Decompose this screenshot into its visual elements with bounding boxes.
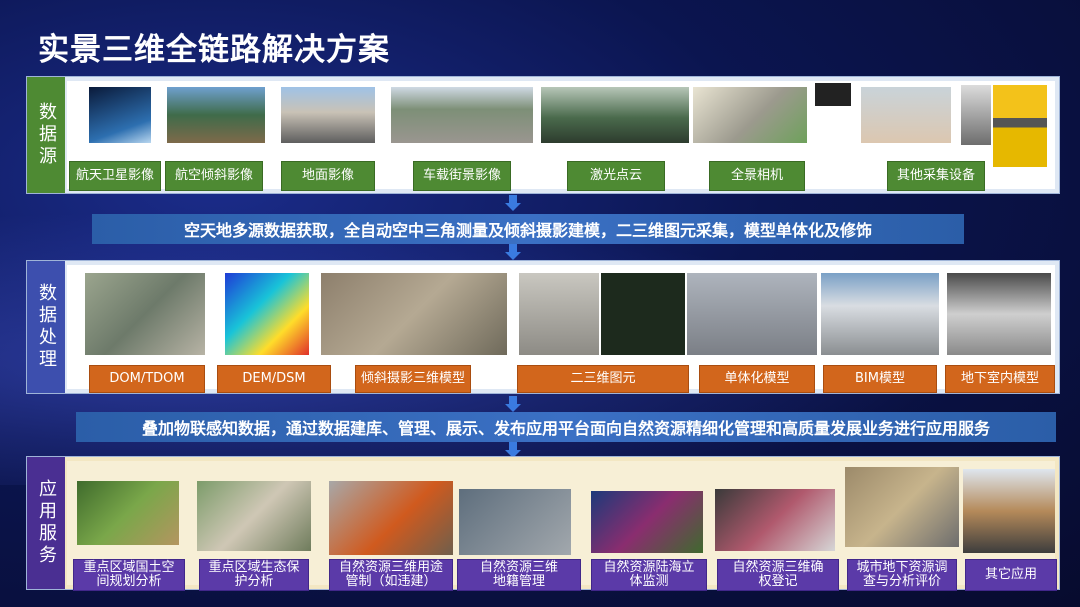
service-caption-ecology: 重点区域生态保护分析 xyxy=(199,559,309,591)
processing-caption-bim: BIM模型 xyxy=(823,365,937,393)
processing-panel: DOM/TDOM DEM/DSM 倾斜摄影三维模型 二三维图元 单体化模型 BI… xyxy=(67,265,1055,389)
source-caption-aerial: 航空倾斜影像 xyxy=(165,161,263,191)
dom-image xyxy=(85,273,205,355)
service-caption-cadastre: 自然资源三维地籍管理 xyxy=(457,559,581,591)
service-caption-other: 其它应用 xyxy=(965,559,1057,591)
data-source-section: 数据源 航天卫星影像 航空倾斜影像 地面影像 车载街景影像 激光点云 全景相机 … xyxy=(26,76,1060,194)
source-caption-panorama: 全景相机 xyxy=(709,161,805,191)
down-arrow-icon xyxy=(505,244,521,260)
satellite-image xyxy=(89,87,151,143)
indoor-image xyxy=(947,273,1051,355)
service-caption-registration: 自然资源三维确权登记 xyxy=(717,559,839,591)
ecology-image xyxy=(197,481,311,551)
street-image xyxy=(391,87,533,143)
oblique-model-image xyxy=(321,273,507,355)
application-services-section: 应用服务 重点区域国土空间规划分析 重点区域生态保护分析 自然资源三维用途管制（… xyxy=(26,456,1060,590)
section-label-services: 应用服务 xyxy=(27,457,65,589)
processing-caption-oblique: 倾斜摄影三维模型 xyxy=(355,365,471,393)
construction-image xyxy=(329,481,453,555)
vector-3d-image-left xyxy=(519,273,599,355)
processing-caption-single: 单体化模型 xyxy=(699,365,815,393)
down-arrow-icon xyxy=(505,195,521,211)
source-caption-street: 车载街景影像 xyxy=(413,161,511,191)
workflow-banner-2: 叠加物联感知数据，通过数据建库、管理、展示、发布应用平台面向自然资源精细化管理和… xyxy=(76,412,1056,442)
vector-3d-image-right xyxy=(601,273,685,355)
source-caption-satellite: 航天卫星影像 xyxy=(69,161,161,191)
service-caption-planning: 重点区域国土空间规划分析 xyxy=(73,559,185,591)
registration-image xyxy=(715,489,835,551)
service-caption-use-control: 自然资源三维用途管制（如违建） xyxy=(329,559,453,591)
source-caption-lidar: 激光点云 xyxy=(567,161,665,191)
data-processing-section: 数据处理 DOM/TDOM DEM/DSM 倾斜摄影三维模型 二三维图元 单体化… xyxy=(26,260,1060,394)
single-model-image xyxy=(687,273,817,355)
source-caption-ground: 地面影像 xyxy=(281,161,375,191)
service-caption-sea-monitoring: 自然资源陆海立体监测 xyxy=(591,559,707,591)
section-label-processing: 数据处理 xyxy=(27,261,65,393)
service-caption-underground: 城市地下资源调查与分析评价 xyxy=(847,559,957,591)
down-arrow-icon xyxy=(505,396,521,412)
aerial-image xyxy=(167,87,265,143)
panorama-image xyxy=(693,87,807,143)
services-panel: 重点区域国土空间规划分析 重点区域生态保护分析 自然资源三维用途管制（如违建） … xyxy=(67,461,1055,585)
workflow-banner-1: 空天地多源数据获取，全自动空中三角测量及倾斜摄影建模，二三维图元采集，模型单体化… xyxy=(92,214,964,244)
ground-image xyxy=(281,87,375,143)
source-panel: 航天卫星影像 航空倾斜影像 地面影像 车载街景影像 激光点云 全景相机 其他采集… xyxy=(67,81,1055,189)
processing-caption-dem: DEM/DSM xyxy=(217,365,331,393)
lidar-image xyxy=(541,87,689,143)
source-caption-other: 其他采集设备 xyxy=(887,161,985,191)
bim-image xyxy=(821,273,939,355)
cadastre-image xyxy=(459,489,571,555)
planning-image xyxy=(77,481,179,545)
processing-caption-vector: 二三维图元 xyxy=(517,365,689,393)
phone-device-image xyxy=(861,87,951,143)
tripod-camera-image xyxy=(815,83,851,159)
total-station-image xyxy=(993,85,1047,167)
processing-caption-dom: DOM/TDOM xyxy=(89,365,205,393)
underground-image xyxy=(845,467,959,547)
rtk-device-image xyxy=(961,85,991,145)
other-apps-image xyxy=(963,469,1055,553)
page-title: 实景三维全链路解决方案 xyxy=(38,24,390,69)
sea-monitoring-image xyxy=(591,491,703,553)
processing-caption-indoor: 地下室内模型 xyxy=(945,365,1055,393)
section-label-source: 数据源 xyxy=(27,77,65,193)
dem-image xyxy=(225,273,309,355)
